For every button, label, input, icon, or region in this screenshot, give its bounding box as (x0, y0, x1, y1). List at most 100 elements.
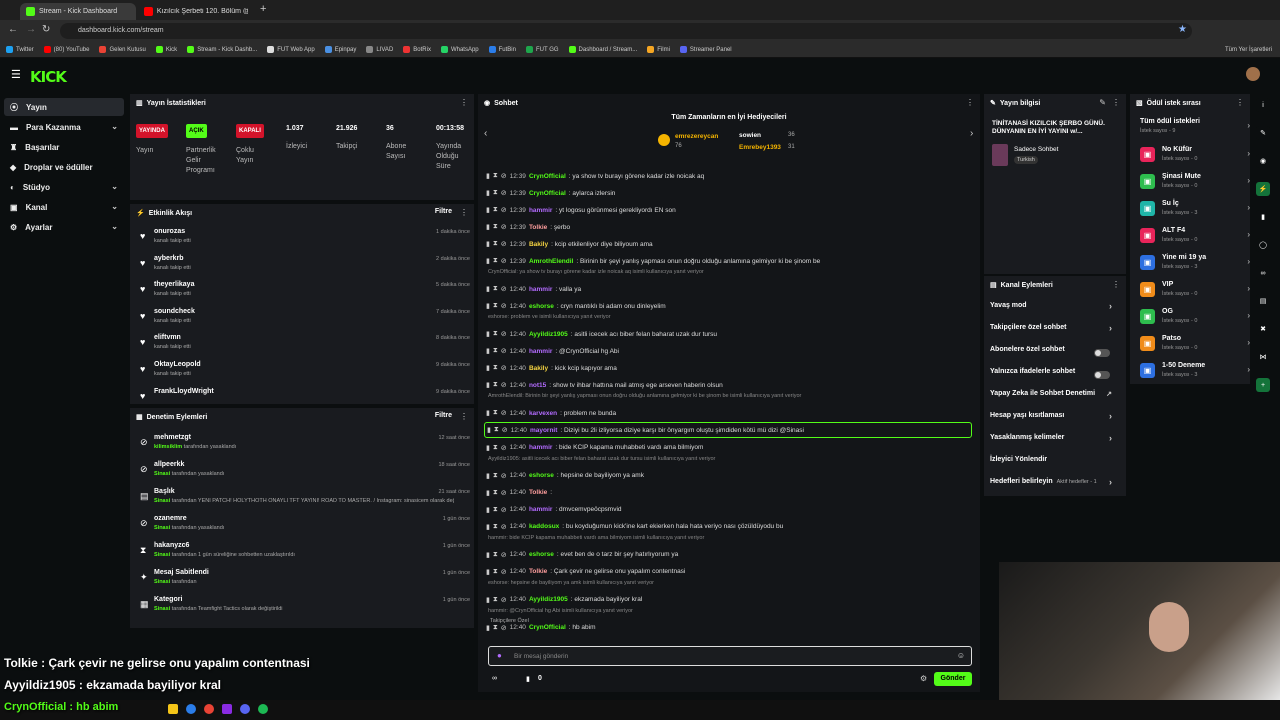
bookmark-item[interactable]: FUT Web App (267, 46, 315, 53)
chat-username[interactable]: hammir (529, 348, 552, 355)
audit-filter-button[interactable]: Filtre (435, 412, 452, 419)
event-username[interactable]: eliftvmn (154, 334, 181, 341)
event-username[interactable]: ayberkrb (154, 255, 184, 262)
more-options-icon[interactable]: ⋮ (1112, 280, 1120, 289)
reward-item[interactable]: ▣ Yine mi 19 ya İstek sayısı - 3 › (1136, 250, 1250, 276)
bookmark-item[interactable]: Kick (155, 46, 177, 53)
channel-action[interactable]: Hesap yaşı kısıtlaması › (990, 411, 1118, 434)
pin-icon[interactable]: ▮ (486, 381, 490, 389)
pin-icon[interactable]: ▮ (486, 624, 490, 632)
event-username[interactable]: soundcheck (154, 308, 195, 315)
timeout-icon[interactable]: ⧗ (493, 444, 498, 452)
ban-icon[interactable]: ⊘ (501, 364, 507, 372)
wrench-icon[interactable]: ✖ (1256, 322, 1270, 336)
reward-item[interactable]: ▣ No Küfür İstek sayısı - 0 › (1136, 142, 1250, 168)
pin-icon[interactable]: ▮ (486, 444, 490, 452)
spotify-icon[interactable] (258, 704, 268, 714)
edit-icon[interactable]: ✎ (1099, 98, 1106, 107)
chat-username[interactable]: AmrothElendil (529, 258, 573, 265)
pin-icon[interactable]: ▮ (486, 568, 490, 576)
timeout-icon[interactable]: ⧗ (493, 523, 498, 531)
audit-target[interactable]: Kategori (154, 596, 182, 603)
chat-username[interactable]: Tolkie (529, 568, 547, 575)
bookmark-item[interactable]: Gelen Kutusu (99, 46, 146, 53)
microphone-icon[interactable]: ● (497, 651, 502, 660)
pin-icon[interactable]: ▮ (486, 206, 490, 214)
pin-icon[interactable]: ▮ (486, 364, 490, 372)
chat-username[interactable]: hammir (529, 286, 552, 293)
channel-action[interactable]: Abonelere özel sohbet (990, 346, 1118, 368)
pin-icon[interactable]: ▮ (486, 409, 490, 417)
reward-all[interactable]: Tüm ödül istekleri İstek sayısı - 9 › (1136, 114, 1250, 140)
ban-icon[interactable]: ⊘ (501, 624, 507, 632)
add-icon[interactable]: + (1256, 378, 1270, 392)
url-input[interactable]: dashboard.kick.com/stream (60, 23, 1192, 39)
event-username[interactable]: OktayLeopold (154, 361, 201, 368)
more-options-icon[interactable]: ⋮ (1236, 98, 1244, 107)
ban-icon[interactable]: ⊘ (501, 506, 507, 514)
chat-username[interactable]: eshorse (529, 472, 554, 479)
timeout-icon[interactable]: ⧗ (493, 189, 498, 197)
ban-icon[interactable]: ⊘ (501, 472, 507, 480)
audit-actor[interactable]: kilimsiklim (154, 444, 182, 450)
chat-input[interactable]: ● Bir mesaj gönderin ☺ (488, 646, 972, 666)
bookmark-item[interactable]: Streamer Panel (679, 46, 732, 53)
settings-icon[interactable]: ▤ (1256, 294, 1270, 308)
reward-item[interactable]: ▣ Şinasi Mute İstek sayısı - 0 › (1136, 169, 1250, 195)
timeout-icon[interactable]: ⧗ (493, 624, 498, 632)
bookmark-item[interactable]: Stream - Kick Dashb... (187, 46, 257, 53)
browser-icon[interactable] (186, 704, 196, 714)
more-options-icon[interactable]: ⋮ (460, 208, 468, 217)
lightning-icon[interactable]: ⚡ (1256, 182, 1270, 196)
link-icon[interactable]: ∞ (1256, 266, 1270, 280)
ban-icon[interactable]: ⊘ (501, 409, 507, 417)
tab-kick-dashboard[interactable]: Stream - Kick Dashboard (20, 3, 136, 20)
pin-icon[interactable]: ▮ (486, 489, 490, 497)
timeout-icon[interactable]: ⧗ (493, 285, 498, 293)
channel-action[interactable]: Takipçilere özel sohbet › (990, 323, 1118, 346)
timeout-icon[interactable]: ⧗ (493, 172, 498, 180)
channel-action[interactable]: Yasaklanmış kelimeler › (990, 433, 1118, 456)
bookmark-item[interactable]: Twitter (6, 46, 34, 53)
more-options-icon[interactable]: ⋮ (460, 98, 468, 107)
timeout-icon[interactable]: ⧗ (493, 364, 498, 372)
pin-icon[interactable]: ▮ (486, 596, 490, 604)
audit-actor[interactable]: Sinasi (154, 498, 170, 504)
timeout-icon[interactable]: ⧗ (493, 381, 498, 389)
channel-action[interactable]: Hedefleri belirleyin Aktif hedefler - 1 › (990, 477, 1118, 500)
events-filter-button[interactable]: Filtre (435, 208, 452, 215)
timeout-icon[interactable]: ⧗ (493, 330, 498, 338)
new-tab-icon[interactable]: + (260, 3, 266, 15)
channel-action[interactable]: Yapay Zeka ile Sohbet Denetimi ↗ (990, 390, 1118, 412)
pin-icon[interactable]: ▮ (486, 223, 490, 231)
audit-target[interactable]: allpeerkk (154, 461, 184, 468)
event-username[interactable]: FrankLloydWright (154, 388, 214, 395)
event-username[interactable]: onurozas (154, 228, 185, 235)
chat-username[interactable]: mayornit (530, 427, 557, 434)
timeout-icon[interactable]: ⧗ (493, 472, 498, 480)
chat-username[interactable]: Tolkie (529, 489, 547, 496)
ban-icon[interactable]: ⊘ (501, 568, 507, 576)
chat-username[interactable]: hammir (529, 207, 552, 214)
timeout-icon[interactable]: ⧗ (493, 409, 498, 417)
ban-icon[interactable]: ⊘ (501, 444, 507, 452)
bookmark-item[interactable]: Filmi (647, 46, 670, 53)
chat-username[interactable]: Bakily (529, 241, 548, 248)
timeout-icon[interactable]: ⧗ (493, 568, 498, 576)
emoji-icon[interactable]: ☺ (957, 651, 965, 660)
bookmark-item[interactable]: WhatsApp (440, 46, 479, 53)
bookmark-item[interactable]: LIVAD (366, 46, 393, 53)
audit-target[interactable]: Başlık (154, 488, 175, 495)
ban-icon[interactable]: ⊘ (501, 206, 507, 214)
audit-actor[interactable]: Sinasi (154, 471, 170, 477)
pin-icon[interactable]: ▮ (486, 347, 490, 355)
timeout-icon[interactable]: ⧗ (493, 206, 498, 214)
sidebar-item-studyo[interactable]: ◐ Stüdyo ⌄ (4, 178, 124, 196)
ban-icon[interactable]: ⊘ (501, 347, 507, 355)
chat-username[interactable]: CrynOfficial (529, 173, 566, 180)
channel-action[interactable]: İzleyici Yönlendir (990, 456, 1118, 478)
ban-icon[interactable]: ⊘ (501, 489, 507, 497)
back-icon[interactable]: ← (8, 24, 18, 35)
more-options-icon[interactable]: ⋮ (966, 98, 974, 107)
timeout-icon[interactable]: ⧗ (493, 223, 498, 231)
